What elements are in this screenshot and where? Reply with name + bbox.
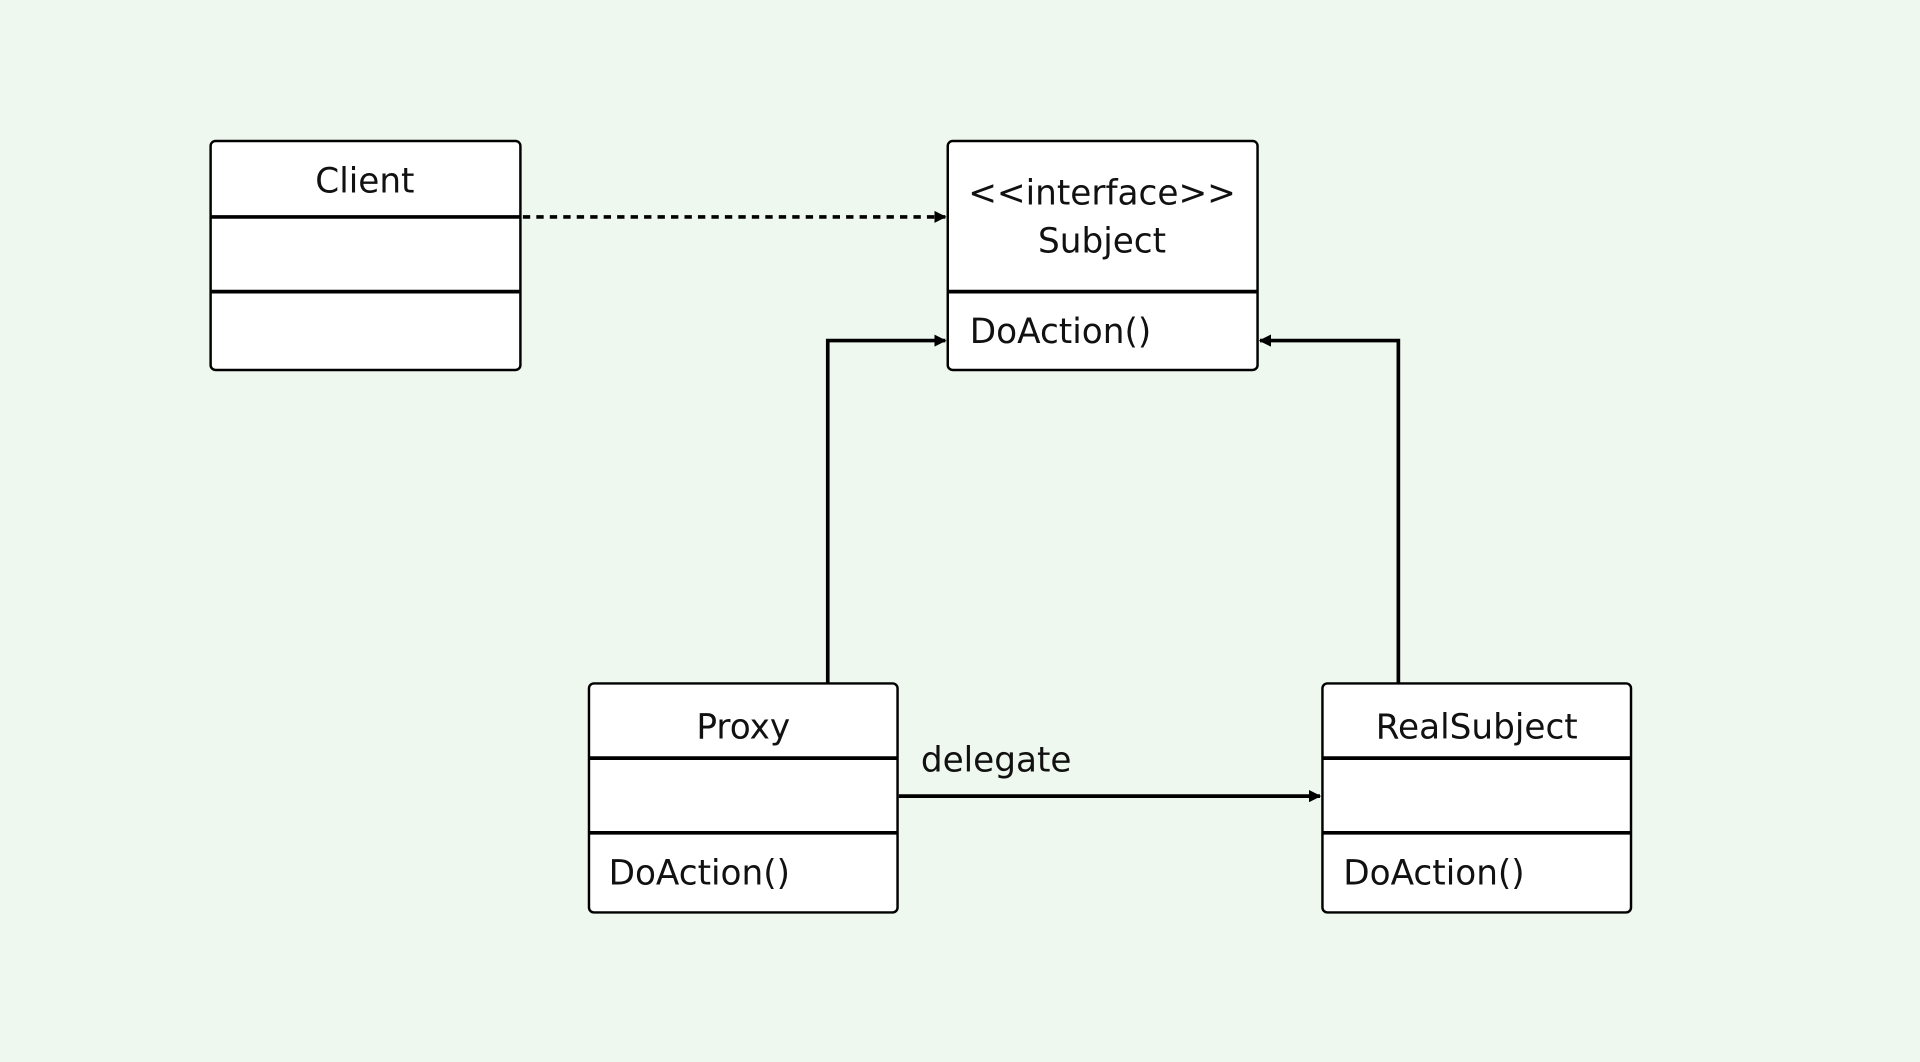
class-name: Client (315, 161, 414, 201)
class-proxy[interactable]: Proxy DoAction() (587, 682, 899, 914)
class-name: RealSubject (1376, 708, 1578, 748)
class-stereotype: <<interface>> (968, 174, 1236, 214)
class-client[interactable]: Client (209, 139, 522, 372)
class-subject[interactable]: <<interface>> Subject DoAction() (946, 139, 1259, 372)
delegate-label: delegate (921, 741, 1072, 781)
uml-diagram: Client <<interface>> Subject DoAction() … (209, 139, 1633, 914)
class-method: DoAction() (970, 312, 1151, 352)
class-name: Subject (1038, 221, 1166, 261)
class-name: Proxy (696, 708, 790, 748)
class-real-subject[interactable]: RealSubject DoAction() (1321, 682, 1633, 914)
realization-arrow-realsubject-subject (1258, 334, 1401, 684)
class-method: DoAction() (609, 853, 790, 893)
class-method: DoAction() (1343, 853, 1524, 893)
realization-arrow-proxy-subject (825, 334, 947, 684)
